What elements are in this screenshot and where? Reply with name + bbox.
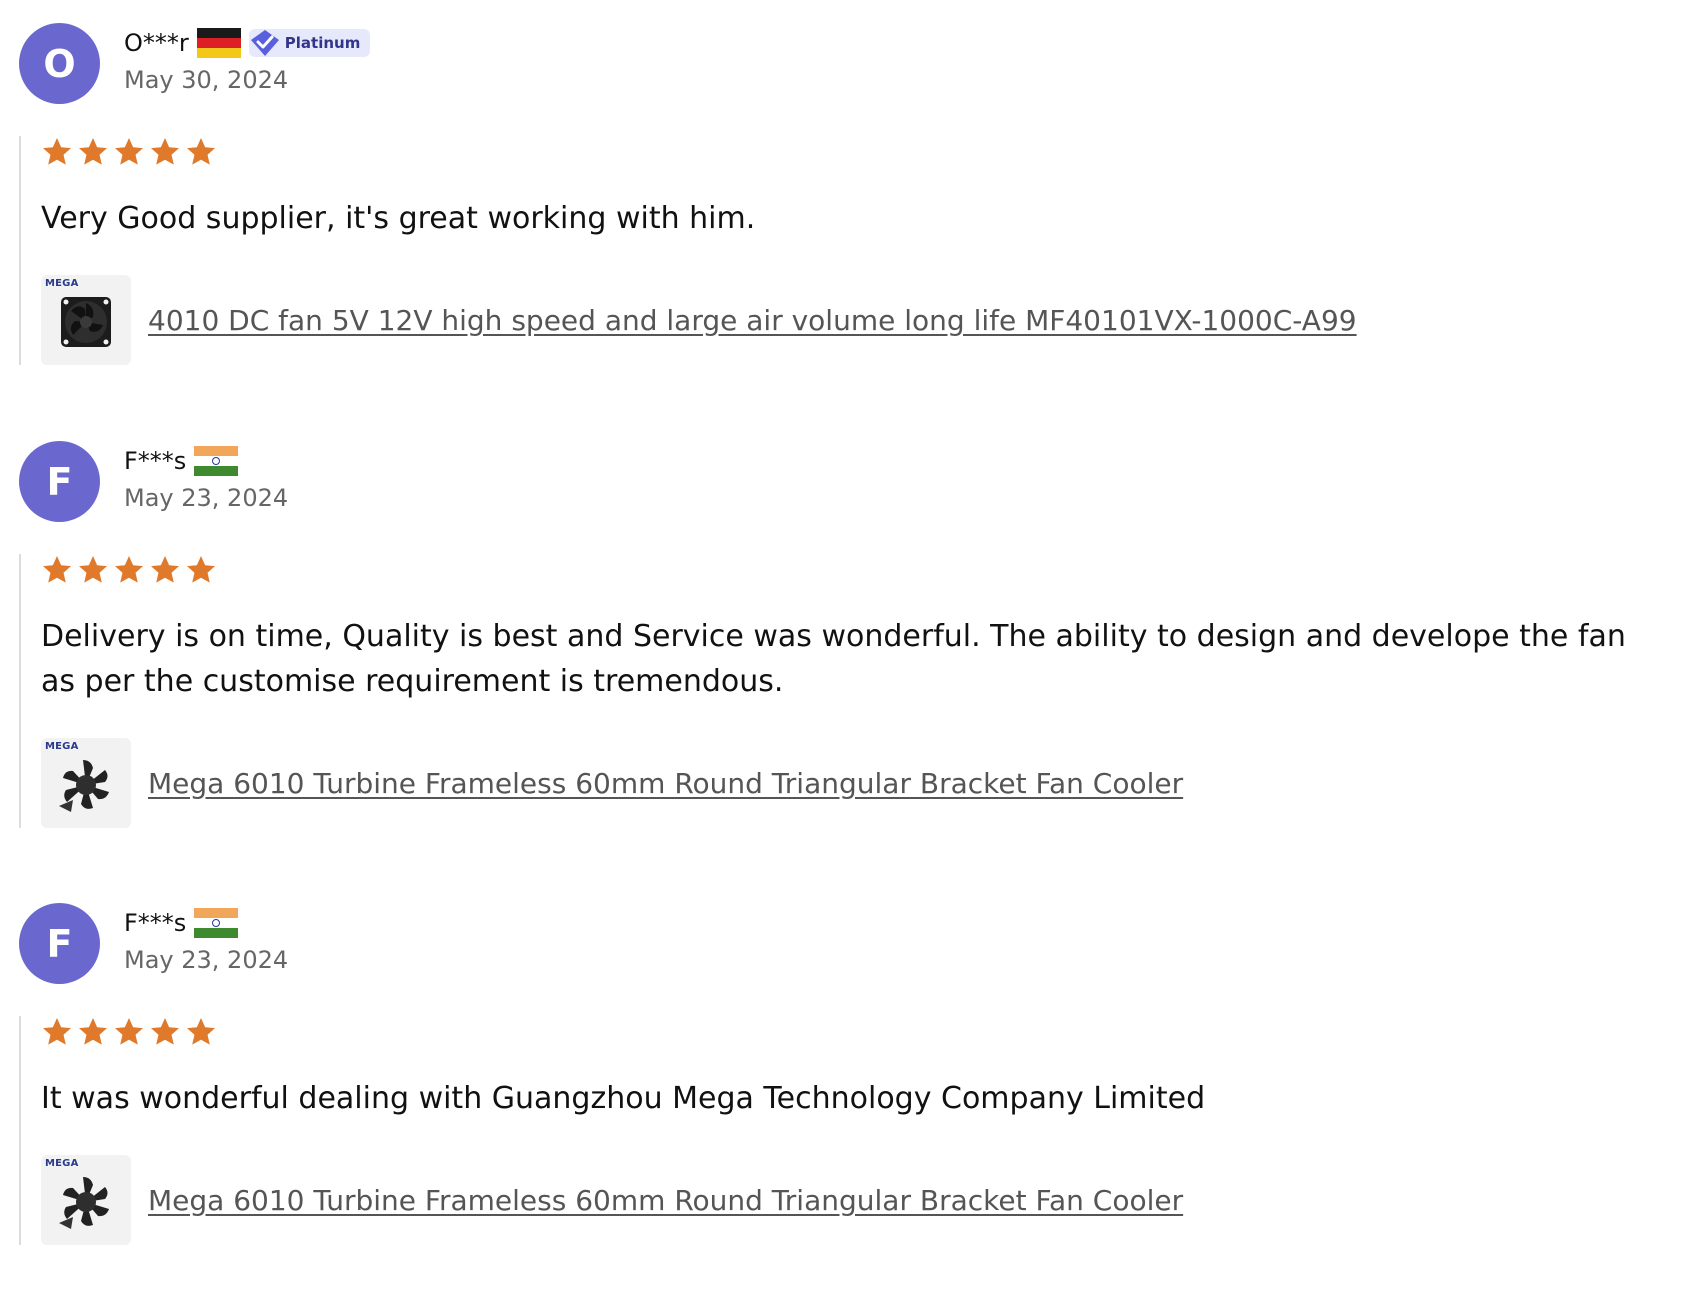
reviewer-row: F***s <box>124 906 239 940</box>
badge-label: Platinum <box>284 34 361 52</box>
review-list: O O***r Platinum May 30, 2024 Very Good … <box>0 0 1698 1290</box>
reviewer-name: O***r <box>124 29 189 57</box>
reviewer-name: F***s <box>124 909 187 937</box>
star-icon <box>187 1018 215 1045</box>
star-icon <box>151 138 179 165</box>
star-rating <box>41 136 1681 172</box>
square-fan-icon <box>61 297 111 347</box>
product-link[interactable]: Mega 6010 Turbine Frameless 60mm Round T… <box>148 767 1183 800</box>
review-date: May 23, 2024 <box>124 946 289 974</box>
star-rating <box>41 554 1681 590</box>
turbine-fan-icon <box>59 1177 109 1229</box>
brand-logo: MEGA <box>45 741 79 752</box>
star-rating <box>41 1016 1681 1052</box>
avatar: F <box>19 903 100 984</box>
product-thumbnail[interactable]: MEGA <box>41 275 131 365</box>
star-icon <box>43 556 71 583</box>
review-body: Very Good supplier, it's great working w… <box>19 136 1681 365</box>
star-icon <box>151 1018 179 1045</box>
star-icon <box>115 138 143 165</box>
star-icon <box>43 1018 71 1045</box>
star-icon <box>79 556 107 583</box>
review-body: It was wonderful dealing with Guangzhou … <box>19 1016 1681 1245</box>
star-icon <box>187 556 215 583</box>
reviewer-row: F***s <box>124 444 239 478</box>
germany-flag-icon <box>196 28 241 58</box>
review-date: May 23, 2024 <box>124 484 289 512</box>
brand-logo: MEGA <box>45 278 79 289</box>
star-icon <box>187 138 215 165</box>
star-icon <box>79 138 107 165</box>
india-flag-icon <box>194 446 239 476</box>
review-text: Delivery is on time, Quality is best and… <box>41 619 1626 699</box>
review-text: Very Good supplier, it's great working w… <box>41 201 756 236</box>
star-icon <box>79 1018 107 1045</box>
avatar: F <box>19 441 100 522</box>
product-thumbnail[interactable]: MEGA <box>41 1155 131 1245</box>
product-row: MEGA 4010 DC fan 5V 12V high speed and l… <box>41 275 1681 365</box>
review-body: Delivery is on time, Quality is best and… <box>19 554 1681 828</box>
star-icon <box>115 556 143 583</box>
verified-check-icon <box>250 30 279 56</box>
reviewer-row: O***r Platinum <box>124 26 371 60</box>
reviewer-name: F***s <box>124 447 187 475</box>
review-text: It was wonderful dealing with Guangzhou … <box>41 1081 1206 1116</box>
india-flag-icon <box>194 908 239 938</box>
review-date: May 30, 2024 <box>124 66 289 94</box>
avatar: O <box>19 23 100 104</box>
product-row: MEGA Mega 6010 Turbine Frameless 60mm Ro… <box>41 738 1681 828</box>
product-link[interactable]: 4010 DC fan 5V 12V high speed and large … <box>148 304 1357 337</box>
star-icon <box>151 556 179 583</box>
brand-logo: MEGA <box>45 1158 79 1169</box>
product-thumbnail[interactable]: MEGA <box>41 738 131 828</box>
turbine-fan-icon <box>59 760 109 812</box>
platinum-badge: Platinum <box>248 29 371 57</box>
star-icon <box>43 138 71 165</box>
star-icon <box>115 1018 143 1045</box>
product-link[interactable]: Mega 6010 Turbine Frameless 60mm Round T… <box>148 1184 1183 1217</box>
product-row: MEGA Mega 6010 Turbine Frameless 60mm Ro… <box>41 1155 1681 1245</box>
